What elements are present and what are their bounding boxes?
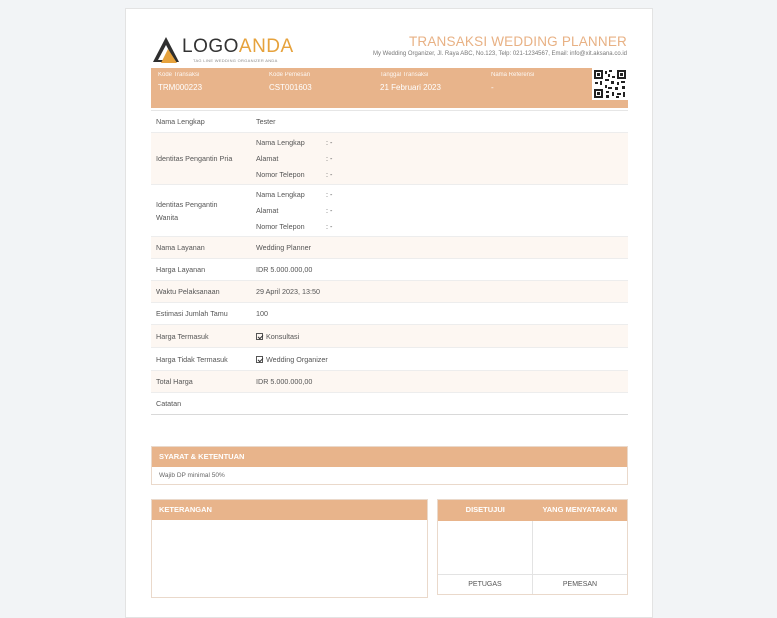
order-details-table: Nama Lengkap Tester Identitas Pengantin … [151, 110, 628, 415]
row-harga-tidak-termasuk: Harga Tidak Termasuk Wedding Organizer [151, 348, 628, 371]
row-total-harga: Total Harga IDR 5.000.000,00 [151, 371, 628, 393]
signature-label-pemesan: PEMESAN [562, 581, 598, 588]
summary-kode-transaksi: Kode Transaksi TRM000223 [158, 72, 203, 92]
signature-head-disetujui: DISETUJUI [465, 505, 505, 514]
logo-wordmark: LOGOANDA [182, 36, 294, 57]
terms-title: SYARAT & KETENTUAN [152, 447, 627, 467]
row-nama-layanan: Nama Layanan Wedding Planner [151, 237, 628, 259]
signature-table: DISETUJUI YANG MENYATAKAN PETUGAS PEMESA… [437, 499, 628, 595]
document-title: TRANSAKSI WEDDING PLANNER [408, 34, 627, 49]
row-pengantin-pria: Identitas Pengantin Pria Nama Lengkap: -… [151, 133, 628, 185]
terms-body: Wajib DP minimal 50% [159, 472, 225, 479]
notes-title: KETERANGAN [152, 500, 427, 520]
company-address: My Wedding Organizer, Jl. Raya ABC, No.1… [372, 51, 627, 57]
transaction-summary-bar: Kode Transaksi TRM000223 Kode Pemesan CS… [151, 68, 628, 108]
row-waktu-pelaksanaan: Waktu Pelaksanaan 29 April 2023, 13:50 [151, 281, 628, 303]
signature-label-petugas: PETUGAS [438, 575, 533, 594]
checkbox-checked-icon [256, 332, 263, 340]
logo-tagline: TAG LINE WEDDING ORGANIZER ANDA [193, 58, 278, 63]
qr-code-icon [592, 68, 628, 100]
row-nama-lengkap: Nama Lengkap Tester [151, 111, 628, 133]
summary-tanggal-transaksi: Tanggal Transaksi 21 Februari 2023 [380, 72, 441, 92]
row-pengantin-wanita: Identitas Pengantin Wanita Nama Lengkap:… [151, 185, 628, 237]
signature-box-petugas [438, 521, 533, 574]
terms-section: SYARAT & KETENTUAN Wajib DP minimal 50% [151, 446, 628, 485]
logo-triangle-icon [153, 37, 179, 63]
summary-kode-pemesan: Kode Pemesan CST001603 [269, 72, 312, 92]
company-logo: LOGOANDA TAG LINE WEDDING ORGANIZER ANDA [153, 36, 293, 66]
checkbox-checked-icon [256, 355, 263, 363]
row-harga-layanan: Harga Layanan IDR 5.000.000,00 [151, 259, 628, 281]
notes-section: KETERANGAN [151, 499, 428, 598]
row-catatan: Catatan [151, 393, 628, 415]
invoice-page: LOGOANDA TAG LINE WEDDING ORGANIZER ANDA… [125, 8, 653, 618]
row-harga-termasuk: Harga Termasuk Konsultasi [151, 325, 628, 348]
row-estimasi-tamu: Estimasi Jumlah Tamu 100 [151, 303, 628, 325]
summary-nama-referensi: Nama Referensi - [491, 72, 535, 92]
signature-box-pemesan [533, 521, 627, 574]
signature-head-yang-menyatakan: YANG MENYATAKAN [542, 505, 618, 514]
